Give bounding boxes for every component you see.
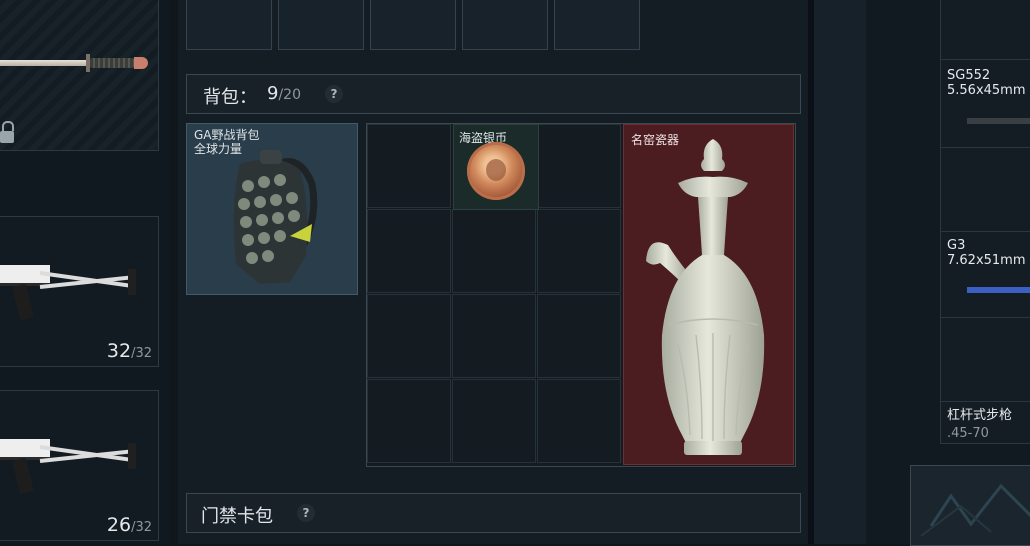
top-slot[interactable] <box>554 0 640 50</box>
weapon-list-item[interactable]: G3 7.62x51mm <box>941 232 1030 318</box>
stash-preview[interactable] <box>910 465 1030 546</box>
backpack-count: 9/20 <box>267 83 301 104</box>
keycard-title: 门禁卡包 <box>201 506 273 527</box>
weapon-name: G3 <box>947 238 966 253</box>
backpack-icon <box>233 150 318 284</box>
rifle-icon <box>967 118 1030 124</box>
weapon-list: SG552 5.56x45mm G3 7.62x51mm 杠杆式步枪 .45-7… <box>940 0 1030 444</box>
grid-cell[interactable] <box>537 294 621 378</box>
pattern-graphic <box>920 483 1030 537</box>
melee-weapon-slot[interactable] <box>0 0 159 151</box>
help-icon[interactable]: ? <box>297 504 315 522</box>
ammo-counter: 26/32 <box>106 514 152 536</box>
grid-cell[interactable] <box>537 209 621 293</box>
weapon-list-item <box>941 318 1030 402</box>
top-slot[interactable] <box>370 0 456 50</box>
help-icon[interactable]: ? <box>325 85 343 103</box>
coin-icon <box>467 142 525 200</box>
weapon-caliber: 7.62x51mm <box>947 253 1026 268</box>
grid-cell[interactable] <box>452 209 536 293</box>
grid-cell[interactable] <box>367 294 451 378</box>
primary-weapon-slot[interactable]: 32/32 <box>0 216 159 367</box>
grid-cell[interactable] <box>367 124 451 208</box>
ammo-counter: 32/32 <box>106 340 152 362</box>
knife-icon <box>0 54 150 72</box>
keycard-header: 门禁卡包 ? <box>186 493 801 533</box>
weapon-column: 32/32 26/32 <box>0 0 170 544</box>
item-pirate-coin[interactable]: 海盗银币 <box>453 124 539 210</box>
secondary-weapon-slot[interactable]: 26/32 <box>0 390 159 541</box>
weapon-caliber: .45-70 <box>947 426 989 441</box>
equipped-backpack-card[interactable]: GA野战背包 全球力量 <box>186 123 358 295</box>
rifle-icon <box>0 257 140 337</box>
grid-cell[interactable] <box>537 379 621 463</box>
backpack-header: 背包： 9/20 ? <box>186 74 801 114</box>
rifle-icon <box>0 431 140 511</box>
weapon-name: 杠杆式步枪 <box>947 408 1013 423</box>
rifle-icon <box>967 287 1030 293</box>
backpack-title: 背包： <box>203 87 257 108</box>
grid-cell[interactable] <box>367 209 451 293</box>
item-porcelain-vase[interactable]: 名窑瓷器 <box>623 124 794 465</box>
scroll-track[interactable] <box>814 0 866 544</box>
weapon-list-item[interactable]: SG552 5.56x45mm <box>941 60 1030 148</box>
top-slot[interactable] <box>278 0 364 50</box>
weapon-caliber: 5.56x45mm <box>947 83 1026 98</box>
weapon-list-item <box>941 148 1030 232</box>
vase-icon <box>646 139 765 455</box>
grid-cell[interactable] <box>537 124 621 208</box>
backpack-grid: 海盗银币 名窑瓷器 <box>366 123 796 467</box>
grid-cell[interactable] <box>452 294 536 378</box>
lock-icon <box>0 121 14 145</box>
top-slot[interactable] <box>186 0 272 50</box>
top-slot[interactable] <box>462 0 548 50</box>
grid-cell[interactable] <box>367 379 451 463</box>
weapon-name: SG552 <box>947 68 991 83</box>
grid-cell[interactable] <box>452 379 536 463</box>
weapon-list-item[interactable] <box>941 0 1030 60</box>
weapon-list-item[interactable]: 杠杆式步枪 .45-70 <box>941 402 1030 444</box>
